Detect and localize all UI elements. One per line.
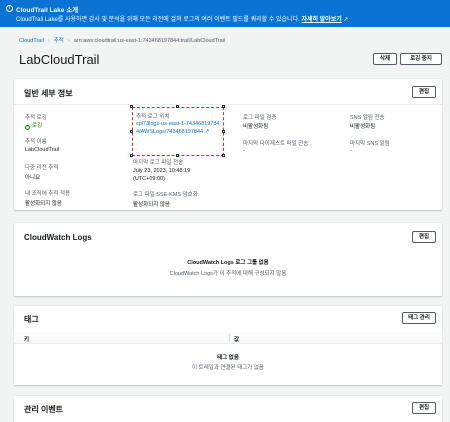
column-divider xyxy=(229,334,230,342)
delete-button[interactable]: 삭제 xyxy=(373,53,397,65)
sns-label: SNS 알림 전송 xyxy=(350,115,385,121)
trail-logging-label: 추적 로깅 xyxy=(25,115,47,121)
selection-box xyxy=(132,107,224,156)
last-delivery-label: 마지막 로그 파일 전송 xyxy=(133,160,184,166)
info-icon: i xyxy=(6,5,13,12)
banner-title: CloudTrail Lake 소개 xyxy=(16,7,79,14)
last-delivery-value: July 23, 2023, 10:48:19 (UTC+09:00) xyxy=(133,168,191,182)
resize-handle[interactable] xyxy=(222,105,225,108)
manage-tags-button[interactable]: 태그 관리 xyxy=(402,312,436,324)
stop-logging-button[interactable]: 로깅 중지 xyxy=(400,53,442,65)
sns-value: 비활성화됨 xyxy=(350,124,376,130)
chevron-right-icon: › xyxy=(67,38,70,44)
tags-panel: 태그 태그 관리 키 값 태그 없음 이 트레일과 연결된 태그가 없음 xyxy=(14,305,442,385)
cloudwatch-heading: CloudWatch Logs xyxy=(24,233,92,242)
org-trail-value: 활성화되지 않음 xyxy=(25,201,62,207)
resize-handle[interactable] xyxy=(130,154,133,157)
check-circle-icon: ✓ xyxy=(25,125,30,130)
log-validation-value: 비활성화됨 xyxy=(243,124,269,130)
general-edit-button[interactable]: 편집 xyxy=(412,86,436,98)
column-value: 값 xyxy=(234,337,240,343)
multi-region-label: 다중 리전 추적 xyxy=(25,165,59,171)
management-edit-button[interactable]: 편집 xyxy=(412,402,436,414)
breadcrumb-trails[interactable]: 추적 xyxy=(54,38,64,44)
management-events-panel: 관리 이벤트 편집 xyxy=(14,395,442,422)
trail-logging-status: ✓ 로깅 xyxy=(25,123,43,130)
tags-empty-desc: 이 트레일과 연결된 태그가 없음 xyxy=(192,365,264,371)
tags-heading: 태그 xyxy=(24,315,39,324)
sse-kms-label: 로그 파일 SSE-KMS 암호화 xyxy=(133,192,198,198)
multi-region-value: 아니요 xyxy=(25,175,41,181)
resize-handle[interactable] xyxy=(130,105,133,108)
resize-handle[interactable] xyxy=(130,130,133,133)
column-key: 키 xyxy=(24,337,30,343)
resize-handle[interactable] xyxy=(176,105,179,108)
log-validation-label: 로그 파일 검증 xyxy=(243,115,277,121)
resize-handle[interactable] xyxy=(222,154,225,157)
management-events-heading: 관리 이벤트 xyxy=(24,405,64,414)
trail-name-value: LabCloudTrail xyxy=(25,147,60,153)
cloudwatch-logs-panel: CloudWatch Logs 편집 CloudWatch Logs 로그 그룹… xyxy=(14,222,442,296)
page-title: LabCloudTrail xyxy=(19,52,100,67)
cloudwatch-empty-title: CloudWatch Logs 로그 그룹 없음 xyxy=(187,260,269,266)
last-digest-value: - xyxy=(243,148,245,154)
breadcrumb: CloudTrail › 추적 › arn:aws:cloudtrail:us-east… xyxy=(19,36,225,44)
resize-handle[interactable] xyxy=(176,154,179,157)
external-link-icon: ↗ xyxy=(343,17,349,23)
breadcrumb-cloudtrail[interactable]: CloudTrail xyxy=(19,38,44,44)
sse-kms-value: 활성화되지 않음 xyxy=(133,202,170,208)
breadcrumb-current: arn:aws:cloudtrail:us-east-1:74346819784… xyxy=(73,38,226,44)
cloudwatch-edit-button[interactable]: 편집 xyxy=(412,231,436,243)
general-details-heading: 일반 세부 정보 xyxy=(24,89,73,98)
banner-description: CloudTrail Lake를 사용하면 감사 및 분석을 위해 모든 리전에… xyxy=(16,17,349,23)
cloudwatch-empty-desc: CloudWatch Logs가 이 추적에 대해 구성되지 않음 xyxy=(169,271,287,277)
learn-more-link[interactable]: 자세히 알아보기 xyxy=(301,17,341,23)
divider xyxy=(14,104,442,105)
resize-handle[interactable] xyxy=(222,130,225,133)
chevron-right-icon: › xyxy=(47,38,50,44)
info-banner: i CloudTrail Lake 소개 CloudTrail Lake를 사용… xyxy=(0,0,450,27)
tags-table-header: 키 값 xyxy=(14,332,442,344)
org-trail-label: 내 조직에 추적 적용 xyxy=(25,191,71,197)
last-sns-label: 마지막 SNS 알림 xyxy=(350,141,390,147)
tags-empty-title: 태그 없음 xyxy=(217,355,239,361)
last-digest-label: 마지막 다이제스트 파일 전송 xyxy=(243,141,309,147)
last-sns-value: - xyxy=(350,148,352,154)
trail-name-label: 추적 이름 xyxy=(25,139,47,145)
